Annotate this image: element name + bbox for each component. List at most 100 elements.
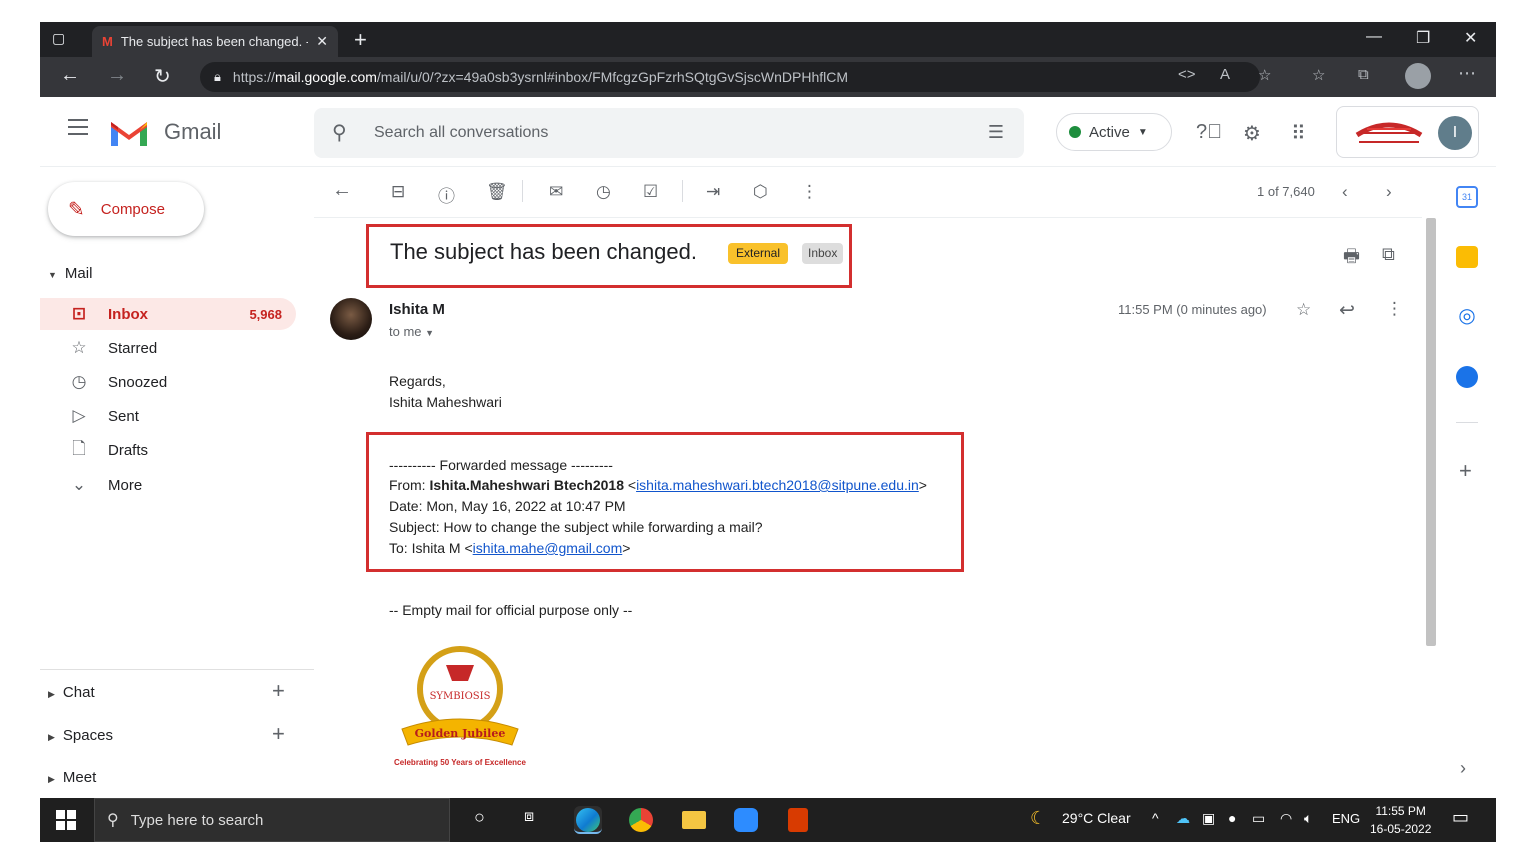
spaces-section-label: Spaces xyxy=(62,727,113,744)
get-addons-icon[interactable]: + xyxy=(1459,458,1472,484)
status-selector[interactable]: Active ▼ xyxy=(1056,113,1172,151)
edge-taskbar-app[interactable] xyxy=(574,806,602,834)
reload-icon[interactable]: ↻ xyxy=(154,64,171,89)
print-icon[interactable]: 🖶︎ xyxy=(1343,244,1360,274)
show-hidden-icons-icon[interactable]: ^ xyxy=(1152,810,1159,826)
language-indicator[interactable]: ENG xyxy=(1332,811,1360,826)
favorites-icon[interactable]: ☆ xyxy=(1312,66,1325,84)
sender-avatar[interactable] xyxy=(330,298,372,340)
minimize-icon[interactable]: — xyxy=(1366,28,1382,46)
forward-icon[interactable]: → xyxy=(107,64,127,87)
reply-icon[interactable]: ↩ xyxy=(1339,299,1355,322)
keep-icon[interactable] xyxy=(1456,246,1478,268)
back-icon[interactable]: ← xyxy=(60,64,80,87)
user-avatar[interactable]: I xyxy=(1438,116,1472,150)
wifi-icon[interactable]: ◠ xyxy=(1280,810,1292,827)
account-switcher[interactable]: I xyxy=(1336,106,1479,158)
chat-section-toggle[interactable]: ▶ Chat xyxy=(48,684,95,701)
office-taskbar-app[interactable] xyxy=(784,806,812,834)
chrome-taskbar-app[interactable] xyxy=(627,806,655,834)
inbox-label-badge[interactable]: Inbox xyxy=(802,243,844,264)
close-window-icon[interactable]: ✕ xyxy=(1464,28,1477,48)
report-spam-icon[interactable]: ⓘ xyxy=(438,182,455,207)
label-icon[interactable]: ⬡ xyxy=(753,182,768,202)
from-email-link[interactable]: ishita.maheshwari.btech2018@sitpune.edu.… xyxy=(636,477,919,493)
contacts-icon[interactable] xyxy=(1456,366,1478,388)
back-to-inbox-icon[interactable]: ← xyxy=(332,179,352,202)
task-view-icon[interactable]: ⧈ xyxy=(524,808,534,826)
edge-icon xyxy=(576,808,600,832)
side-panel-divider xyxy=(1456,422,1478,423)
collections-icon[interactable]: ⧉ xyxy=(1358,66,1369,83)
taskbar-search[interactable]: ⚲ Type here to search xyxy=(94,798,450,842)
footer-note: -- Empty mail for official purpose only … xyxy=(389,602,633,618)
delete-icon[interactable]: 🗑︎ xyxy=(486,182,508,202)
tasks-icon[interactable]: ◎ xyxy=(1456,306,1478,328)
mail-section-toggle[interactable]: ▼ Mail xyxy=(48,265,92,282)
new-chat-icon[interactable]: + xyxy=(272,678,285,704)
settings-gear-icon[interactable]: ⚙ xyxy=(1243,121,1261,146)
sidebar-item-starred[interactable]: ☆ Starred xyxy=(40,332,296,364)
older-message-icon[interactable]: › xyxy=(1386,182,1392,202)
sender-name[interactable]: Ishita M xyxy=(389,301,445,318)
show-side-panel-icon[interactable]: › xyxy=(1460,758,1466,779)
weather-text[interactable]: 29°C Clear xyxy=(1062,810,1131,826)
taskbar-clock[interactable]: 11:55 PM 16-05-2022 xyxy=(1370,802,1431,838)
meet-section-toggle[interactable]: ▶ Meet xyxy=(48,769,96,786)
url-field[interactable]: 🔒︎ https:// mail.google.com /mail/u/0/?z… xyxy=(200,62,1260,92)
browser-profile-avatar[interactable] xyxy=(1405,63,1431,89)
snooze-icon[interactable]: ◷ xyxy=(596,182,611,202)
add-favorite-icon[interactable]: ☆ xyxy=(1258,66,1271,84)
restore-icon[interactable]: ❐ xyxy=(1416,28,1430,48)
cortana-icon[interactable]: ○ xyxy=(474,807,485,828)
security-icon[interactable]: ▣ xyxy=(1202,810,1215,827)
notifications-icon[interactable]: ▭ xyxy=(1452,807,1469,828)
onedrive-icon[interactable]: ☁ xyxy=(1176,810,1190,827)
archive-icon[interactable]: ⊟ xyxy=(391,182,405,202)
calendar-icon[interactable]: 31 xyxy=(1456,186,1478,208)
mark-unread-icon[interactable]: ✉ xyxy=(549,182,563,202)
windows-start-icon[interactable] xyxy=(56,810,76,830)
file-explorer-taskbar-app[interactable] xyxy=(680,806,708,834)
taskbar-search-input[interactable]: Type here to search xyxy=(131,812,264,829)
to-email-link[interactable]: ishita.mahe@gmail.com xyxy=(473,540,623,556)
main-menu-icon[interactable] xyxy=(68,119,88,140)
message-scrollbar[interactable] xyxy=(1426,218,1436,646)
battery-icon[interactable]: ▭ xyxy=(1252,810,1265,827)
search-input[interactable]: Search all conversations xyxy=(374,124,548,142)
volume-icon[interactable]: 🔈︎ xyxy=(1304,810,1312,827)
read-aloud-icon[interactable]: A xyxy=(1220,66,1230,83)
close-tab-icon[interactable]: ✕ xyxy=(316,33,328,50)
more-actions-icon[interactable]: ⋮ xyxy=(801,182,818,202)
message-more-icon[interactable]: ⋮ xyxy=(1386,299,1403,319)
more-browser-icon[interactable]: ⋯ xyxy=(1458,63,1476,84)
reader-mode-icon[interactable]: <> xyxy=(1178,66,1196,83)
newer-message-icon[interactable]: ‹ xyxy=(1342,182,1348,202)
tab-actions-icon[interactable]: ▢ xyxy=(52,30,74,50)
status-dot-icon xyxy=(1069,126,1081,138)
new-tab-icon[interactable]: + xyxy=(354,27,367,53)
add-task-icon[interactable]: ☑ xyxy=(643,182,658,202)
star-message-icon[interactable]: ☆ xyxy=(1296,300,1311,320)
search-icon: ⚲ xyxy=(107,812,119,829)
apps-grid-icon[interactable]: ⠿ xyxy=(1291,121,1306,146)
meet-now-icon[interactable]: ● xyxy=(1228,810,1236,826)
help-icon[interactable]: ?⃝ xyxy=(1196,121,1222,144)
search-bar[interactable]: ⚲ Search all conversations ☰ xyxy=(314,108,1024,158)
zoom-taskbar-app[interactable] xyxy=(732,806,760,834)
toolbar-separator xyxy=(682,180,683,202)
spaces-section-toggle[interactable]: ▶ Spaces xyxy=(48,727,113,744)
search-options-icon[interactable]: ☰ xyxy=(988,122,1004,143)
search-icon[interactable]: ⚲ xyxy=(332,120,347,145)
sidebar-item-more[interactable]: ⌄ More xyxy=(40,469,296,501)
recipient-details-toggle[interactable]: to me ▼ xyxy=(389,324,434,339)
open-new-window-icon[interactable]: ⧉ xyxy=(1382,244,1395,265)
compose-button[interactable]: ✎ Compose xyxy=(48,182,204,236)
sidebar-item-sent[interactable]: ▷ Sent xyxy=(40,400,296,432)
move-to-icon[interactable]: ⇥ xyxy=(706,182,720,202)
browser-tab[interactable]: M The subject has been changed. - ✕ xyxy=(92,26,338,57)
sidebar-item-snoozed[interactable]: ◷ Snoozed xyxy=(40,366,296,398)
sidebar-item-drafts[interactable]: 🗋︎ Drafts xyxy=(40,434,296,466)
sidebar-item-inbox[interactable]: ⊡ Inbox 5,968 xyxy=(40,298,296,330)
new-space-icon[interactable]: + xyxy=(272,721,285,747)
